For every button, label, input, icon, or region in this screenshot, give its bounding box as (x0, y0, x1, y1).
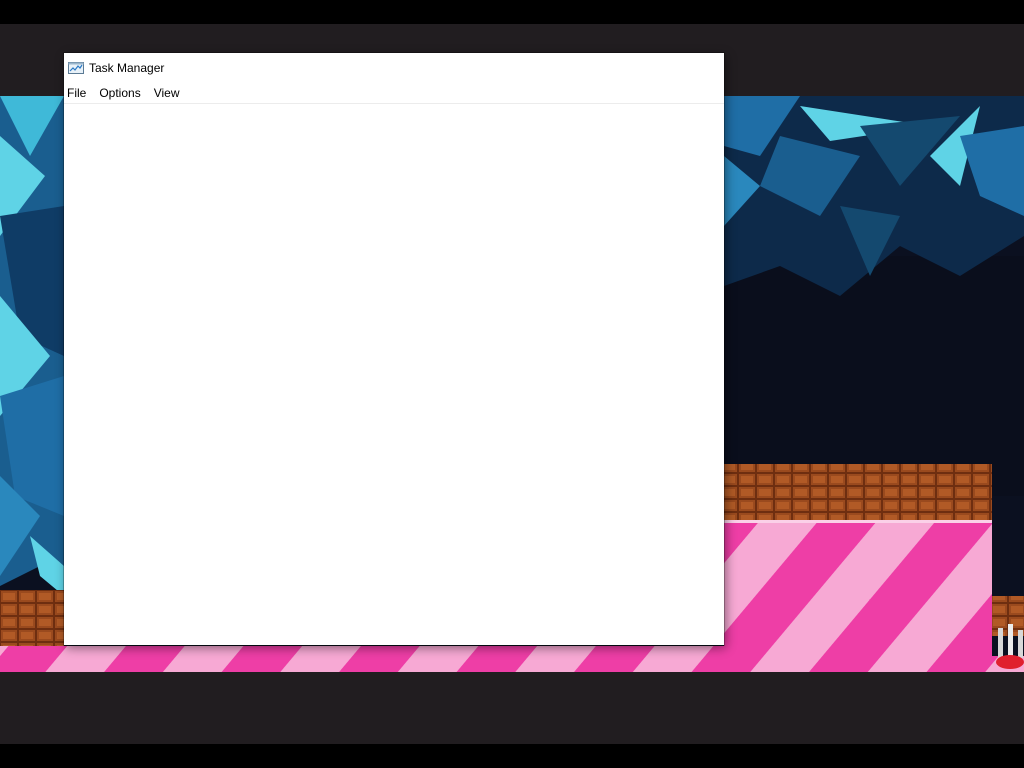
task-manager-content (64, 104, 724, 645)
menu-options[interactable]: Options (96, 84, 147, 102)
title-bar[interactable]: Task Manager (64, 53, 724, 83)
top-black-bar (0, 0, 1024, 24)
left-crystal-wall (0, 96, 64, 596)
bottom-black-bar (0, 744, 1024, 768)
chocolate-block-upper (724, 464, 992, 520)
screen: Task Manager File Options View (0, 0, 1024, 768)
cave-depth (724, 256, 1024, 496)
cake-decoration (996, 624, 1024, 669)
menu-bar: File Options View (64, 83, 724, 104)
menu-view[interactable]: View (151, 84, 187, 102)
bottom-letterbox (0, 672, 1024, 744)
menu-file[interactable]: File (64, 84, 93, 102)
chocolate-block-left (0, 590, 64, 646)
candy-ground (0, 646, 724, 672)
window-title: Task Manager (89, 61, 165, 75)
candy-block-right (724, 520, 992, 672)
task-manager-window[interactable]: Task Manager File Options View (64, 53, 724, 645)
candy-block-top-edge (724, 520, 992, 523)
task-manager-icon (68, 62, 84, 74)
